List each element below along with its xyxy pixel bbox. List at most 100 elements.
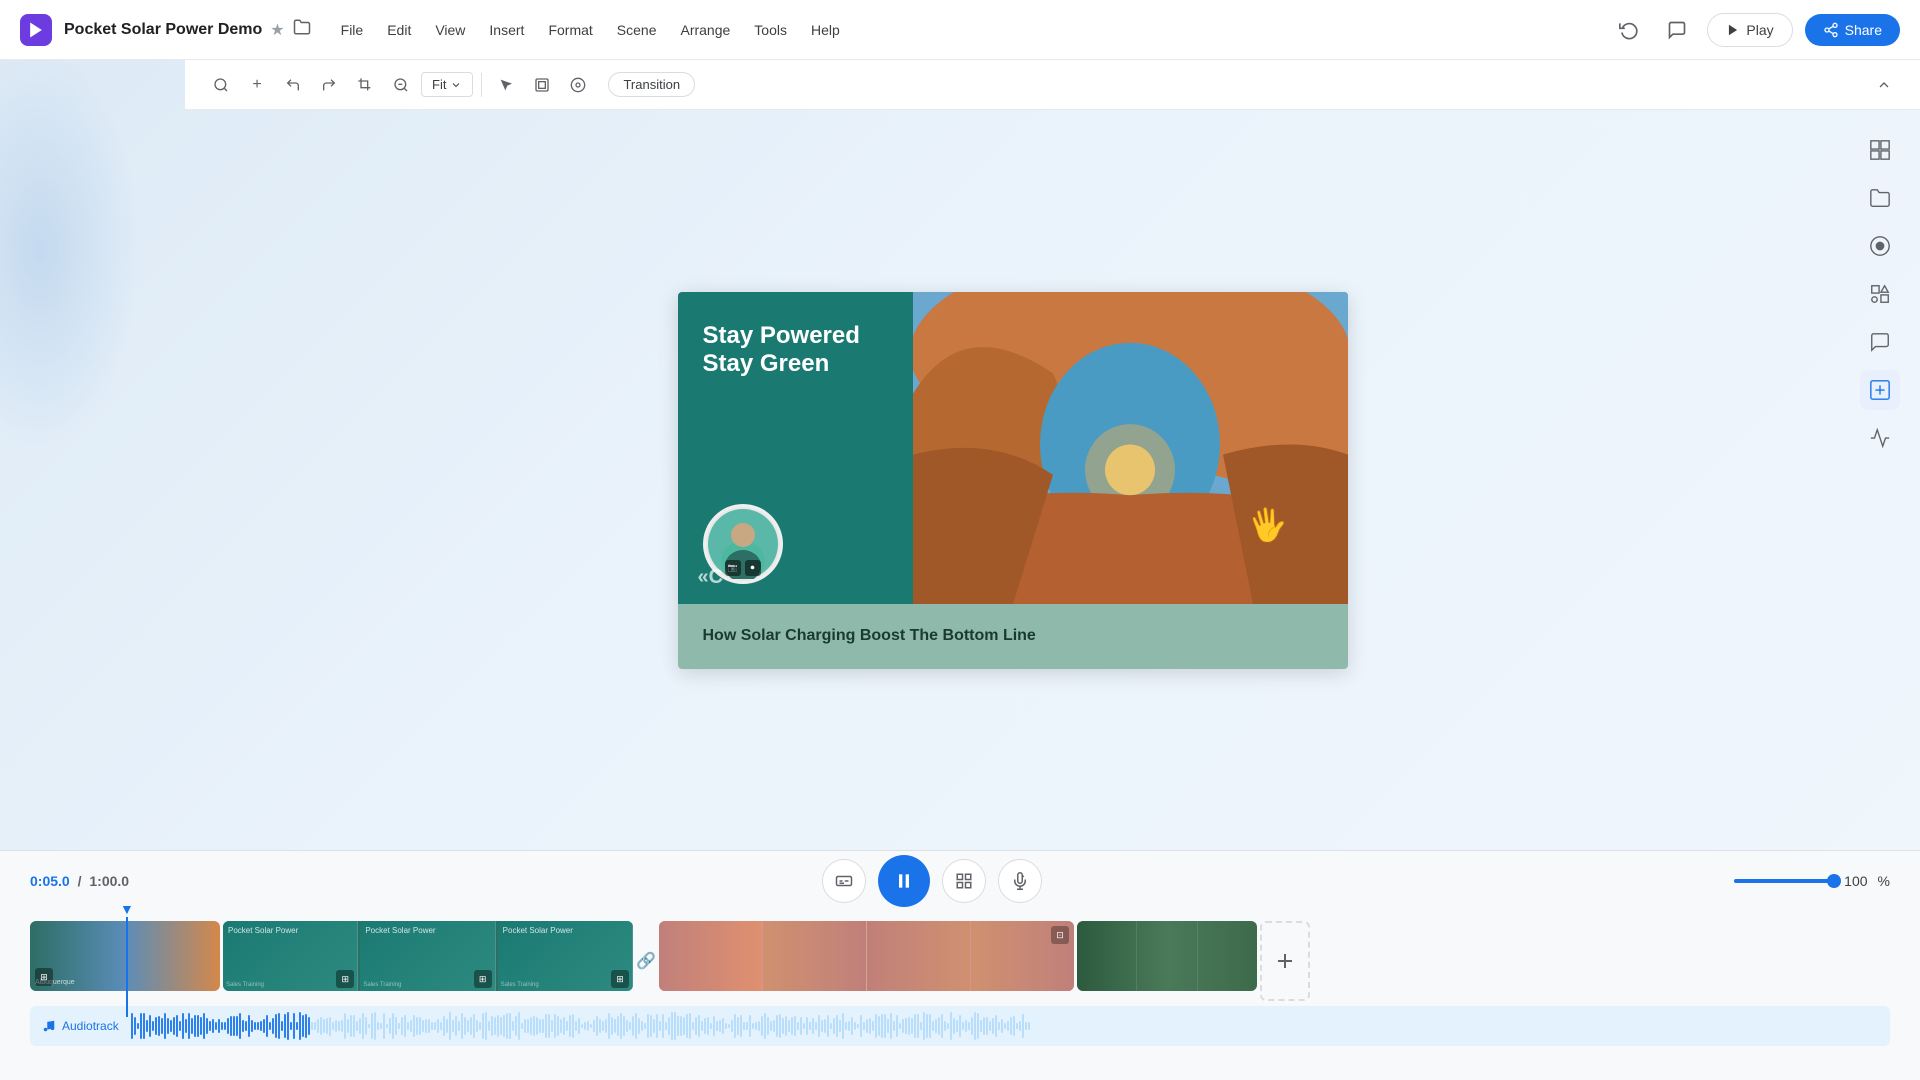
template-button[interactable]	[1860, 130, 1900, 170]
waveform-bar	[560, 1019, 562, 1032]
waveform-bar	[602, 1021, 604, 1031]
waveform-bar	[917, 1014, 919, 1038]
zoom-out-button[interactable]	[385, 69, 417, 101]
track-segment-presentation[interactable]: Pocket Solar Power Sales Training ⊞ Pock…	[223, 921, 633, 991]
waveform-bar	[245, 1021, 247, 1031]
waveform-bar	[344, 1013, 346, 1039]
layout-button[interactable]	[942, 859, 986, 903]
menu-file[interactable]: File	[331, 16, 374, 44]
menu-arrange[interactable]: Arrange	[670, 16, 740, 44]
waveform-bar	[773, 1020, 775, 1033]
volume-slider[interactable]	[1734, 879, 1834, 883]
waveform-bar	[641, 1021, 643, 1030]
waveform-bar	[941, 1014, 943, 1038]
waveform-bar	[875, 1014, 877, 1038]
text-button[interactable]	[1860, 322, 1900, 362]
asset-button[interactable]	[1860, 370, 1900, 410]
waveform-bar	[950, 1012, 952, 1040]
pause-button[interactable]	[878, 855, 930, 907]
waveform-bar	[716, 1021, 718, 1030]
select-tool[interactable]	[490, 69, 522, 101]
video-frame-1	[659, 921, 763, 991]
captions-button[interactable]	[822, 859, 866, 903]
waveform-bar	[626, 1020, 628, 1033]
transition-button[interactable]: Transition	[608, 72, 695, 97]
waveform-bar	[929, 1014, 931, 1038]
export-button[interactable]	[1860, 418, 1900, 458]
app-logo[interactable]	[20, 14, 52, 46]
waveform-bar	[353, 1015, 355, 1037]
waveform-bar	[482, 1013, 484, 1040]
zoom-in-button[interactable]: +	[241, 69, 273, 101]
waveform-bar	[536, 1017, 538, 1034]
waveform-bar	[320, 1017, 322, 1035]
waveform-bar	[362, 1013, 364, 1040]
track-segment-solar[interactable]	[1077, 921, 1257, 991]
solar-frame-3	[1198, 921, 1257, 991]
menu-tools[interactable]: Tools	[744, 16, 797, 44]
waveform-bar	[218, 1019, 220, 1033]
waveform-bar	[500, 1017, 502, 1036]
waveform-bar	[761, 1016, 763, 1036]
waveform-bar	[1004, 1023, 1006, 1029]
menu-edit[interactable]: Edit	[377, 16, 421, 44]
waveform-bar	[1016, 1023, 1018, 1029]
menu-help[interactable]: Help	[801, 16, 850, 44]
waveform-bar	[221, 1022, 223, 1030]
timeline-controls: 0:05.0 / 1:00.0	[0, 851, 1920, 911]
record-button[interactable]	[1860, 226, 1900, 266]
folder-icon[interactable]	[293, 18, 311, 41]
waveform-bar	[743, 1022, 745, 1030]
waveform-bar	[506, 1013, 508, 1038]
waveform-bar	[566, 1021, 568, 1031]
waveform-bar	[986, 1017, 988, 1036]
undo-button[interactable]	[277, 69, 309, 101]
crop-button[interactable]	[349, 69, 381, 101]
microphone-button[interactable]	[998, 859, 1042, 903]
waveform-bar	[590, 1024, 592, 1029]
search-button[interactable]	[205, 69, 237, 101]
waveform-bar	[881, 1014, 883, 1038]
history-button[interactable]	[1611, 12, 1647, 48]
waveform-bar	[182, 1013, 184, 1039]
menu-scene[interactable]: Scene	[607, 16, 667, 44]
fit-dropdown[interactable]: Fit	[421, 72, 473, 97]
collapse-toolbar-button[interactable]	[1868, 69, 1900, 101]
redo-button[interactable]	[313, 69, 345, 101]
frame-tool[interactable]	[526, 69, 558, 101]
waveform-bar	[155, 1017, 157, 1034]
waveform-bar	[176, 1015, 178, 1038]
waveform-bar	[995, 1015, 997, 1036]
menu-view[interactable]: View	[425, 16, 475, 44]
share-button[interactable]: Share	[1805, 14, 1900, 46]
shapes-button[interactable]	[1860, 274, 1900, 314]
waveform-bar	[695, 1017, 697, 1036]
volume-area: 100 %	[1734, 873, 1890, 889]
slide-canvas[interactable]: Stay Powered Stay Green �	[678, 292, 1348, 669]
waveform-bar	[644, 1023, 646, 1029]
waveform-bar	[749, 1015, 751, 1038]
star-icon[interactable]: ★	[270, 20, 284, 40]
track-segment-video[interactable]: ⊡	[659, 921, 1074, 991]
menu-format[interactable]: Format	[538, 16, 602, 44]
waveform-bar	[944, 1021, 946, 1031]
waveform-bar	[323, 1019, 325, 1032]
waveform-bar	[779, 1014, 781, 1038]
waveform-bar	[890, 1013, 892, 1039]
add-segment-button[interactable]	[1260, 921, 1310, 1001]
waveform-bar	[617, 1016, 619, 1037]
waveform-bar	[668, 1017, 670, 1036]
waveform-bar	[545, 1014, 547, 1039]
waveform-bar	[419, 1017, 421, 1036]
waveform-bar	[650, 1015, 652, 1037]
play-button[interactable]: Play	[1707, 13, 1792, 47]
paint-tool[interactable]	[562, 69, 594, 101]
media-button[interactable]	[1860, 178, 1900, 218]
waveform-bar	[491, 1016, 493, 1036]
menu-insert[interactable]: Insert	[479, 16, 534, 44]
comment-button[interactable]	[1659, 12, 1695, 48]
camera-icon: 📷	[725, 560, 741, 576]
waveform-bar	[263, 1019, 265, 1034]
waveform-bar	[527, 1019, 529, 1033]
waveform-bar	[1010, 1017, 1012, 1036]
